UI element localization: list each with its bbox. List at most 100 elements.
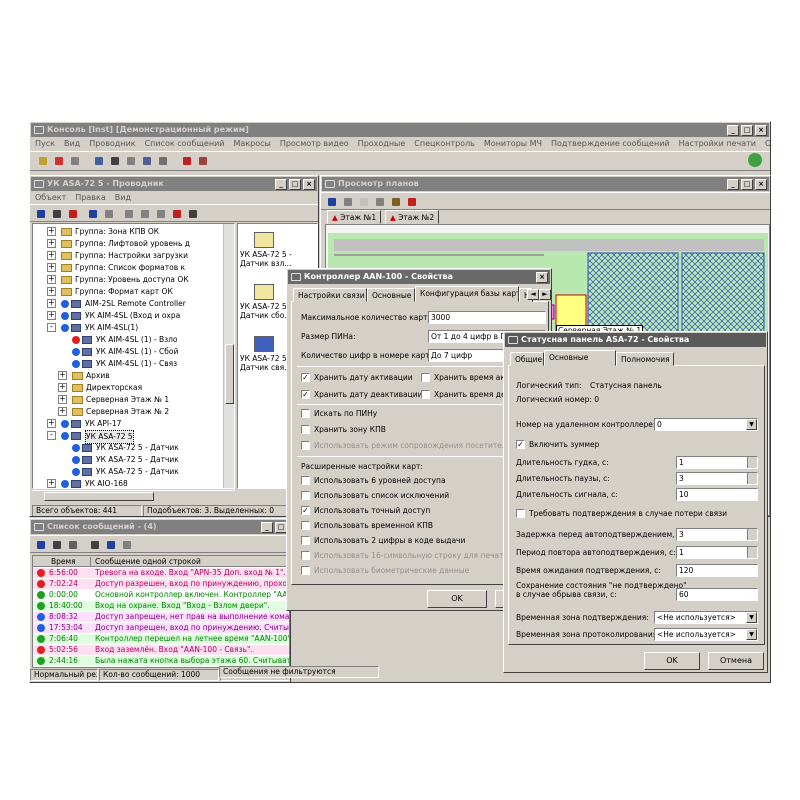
expand-toggle-icon[interactable]: + [47,287,56,296]
fire-icon[interactable] [180,154,194,168]
menu-item[interactable]: Мониторы МЧ [484,139,542,148]
zone-select[interactable]: <Не используется> ▼ [654,611,758,624]
menu-item[interactable]: Проводник [89,139,135,148]
expand-toggle-icon[interactable]: + [58,395,67,404]
checkbox-aan-opt-r[interactable] [421,390,430,399]
sensor-icon[interactable] [254,336,274,352]
message-row[interactable]: 17:53:04 Доступ запрещен, вход по принужд… [33,623,289,633]
tool-icon[interactable] [186,207,200,221]
cancel-icon[interactable] [52,154,66,168]
plan-tool-icon[interactable] [357,195,371,209]
expand-toggle-icon[interactable]: + [47,239,56,248]
maximize-button[interactable]: □ [741,125,753,136]
expand-toggle-icon[interactable]: + [47,263,56,272]
key-icon[interactable] [36,154,50,168]
explorer-menu-item[interactable]: Правка [75,193,105,202]
checkbox-aan-ext[interactable] [301,491,310,500]
tree-node[interactable]: УК AIM-4SL (1) - Связ [33,358,234,370]
checkbox-aan-opt-r[interactable] [421,373,430,382]
beep-input[interactable]: 1 [676,456,758,469]
wait-input[interactable]: 120 [676,564,758,577]
tree-node[interactable]: УК AIM-4SL (1) - Сбой [33,346,234,358]
message-row[interactable]: 8:08:32 Доступ запрещен, нет прав на выпо… [33,612,289,622]
tool-icon[interactable] [154,207,168,221]
spinner-icon[interactable] [747,529,757,540]
expand-toggle-icon[interactable]: + [47,251,56,260]
menu-item[interactable]: Макросы [233,139,270,148]
explorer-close-button[interactable]: × [303,179,315,190]
message-tool-icon[interactable] [88,538,102,552]
plan-tool-icon[interactable] [373,195,387,209]
asa-cancel-button[interactable]: Отмена [708,652,764,670]
menu-item[interactable]: Окно [765,139,770,148]
tree-vscroll-thumb[interactable] [225,344,234,404]
chevron-down-icon[interactable]: ▼ [746,612,757,623]
checkbox-aan-opt[interactable]: ✓ [301,373,310,382]
tab-scroll-left-icon[interactable]: ◄ [527,289,539,300]
aan-tab[interactable]: Настройки связи [293,288,367,302]
tree-node[interactable]: УК ASA-72 5 - Датчик [33,454,234,466]
explorer-menu-item[interactable]: Объект [35,193,66,202]
tree-hscrollbar[interactable] [32,490,235,502]
message-tool-icon[interactable] [66,538,80,552]
tree-node[interactable]: + Группа: Формат карт ОК [33,286,234,298]
aan-ok-button[interactable]: OK [427,590,487,608]
message-row[interactable]: 6:56:00 Тревога на входе. Вход "APN-35 До… [33,568,289,578]
tree-node[interactable]: + Группа: Лифтовой уровень д [33,238,234,250]
asa-tab[interactable]: Общие [510,352,544,366]
menu-item[interactable]: Вид [64,139,80,148]
expand-toggle-icon[interactable]: + [47,299,56,308]
plans-titlebar[interactable]: Просмотр планов _ □ × [322,177,769,191]
plans-minimize-button[interactable]: _ [727,179,739,190]
plan-tool-icon[interactable] [325,195,339,209]
tree-node[interactable]: + Серверная Этаж № 2 [33,406,234,418]
tree-node[interactable]: + Группа: Уровень доступа ОК [33,274,234,286]
tree-node[interactable]: - УК ASA-72 5 [33,430,234,444]
expand-toggle-icon[interactable]: + [58,383,67,392]
list-icon[interactable] [124,154,138,168]
tree-hscroll-thumb[interactable] [44,492,154,501]
confirm-lost-checkbox[interactable] [516,509,525,518]
pause-input[interactable]: 3 [676,472,758,485]
expand-toggle-icon[interactable]: + [47,419,56,428]
tree-node[interactable]: + AIM-2SL Remote Controller [33,298,234,310]
menu-item[interactable]: Пуск [35,139,55,148]
console-titlebar[interactable]: Консоль [Inst] [Демонстрационный режим] … [31,123,769,137]
checkbox-aan-ext[interactable] [301,521,310,530]
grid-icon[interactable] [68,154,82,168]
tree-node[interactable]: УК AIM-4SL (1) - Взло [33,334,234,346]
tool-icon[interactable] [102,207,116,221]
expand-toggle-icon[interactable]: + [58,371,67,380]
message-tool-icon[interactable] [104,538,118,552]
tree-node[interactable]: + УК AIO-168 [33,478,234,488]
col-message[interactable]: Сообщение одной строкой [95,557,201,566]
user-icon[interactable] [196,154,210,168]
message-tool-icon[interactable] [50,538,64,552]
plans-close-button[interactable]: × [755,179,767,190]
menu-item[interactable]: Просмотр видео [280,139,349,148]
expand-toggle-icon[interactable]: - [47,431,56,440]
asa-tab[interactable]: Основные [544,350,616,366]
aan-close-button[interactable]: × [536,272,548,283]
expand-toggle-icon[interactable]: + [47,311,56,320]
message-row[interactable]: 7:06:40 Контроллер перешел на летнее врем… [33,634,289,644]
asa-ok-button[interactable]: OK [644,652,700,670]
explorer-menu-item[interactable]: Вид [115,193,131,202]
delay-input[interactable]: 3 [676,528,758,541]
message-row[interactable]: 5:02:56 Вход заземлён. Вход "AAN-100 - Св… [33,645,289,655]
message-tool-icon[interactable] [34,538,48,552]
tree-node[interactable]: + Архив [33,370,234,382]
plan-tool-icon[interactable] [389,195,403,209]
tree-node[interactable]: УК ASA-72 5 - Датчик [33,466,234,478]
expand-toggle-icon[interactable]: + [58,407,67,416]
tree-node[interactable]: + Серверная Этаж № 1 [33,394,234,406]
explorer-maximize-button[interactable]: □ [289,179,301,190]
tool-icon[interactable] [50,207,64,221]
plans-maximize-button[interactable]: □ [741,179,753,190]
checkbox-aan-opt[interactable] [301,425,310,434]
menu-item[interactable]: Проходные [358,139,406,148]
zone2-select[interactable]: <Не используется> ▼ [654,628,758,641]
aan-tab[interactable]: Основные [367,288,415,302]
tool-icon[interactable] [138,207,152,221]
checkbox-aan-ext[interactable]: ✓ [301,506,310,515]
